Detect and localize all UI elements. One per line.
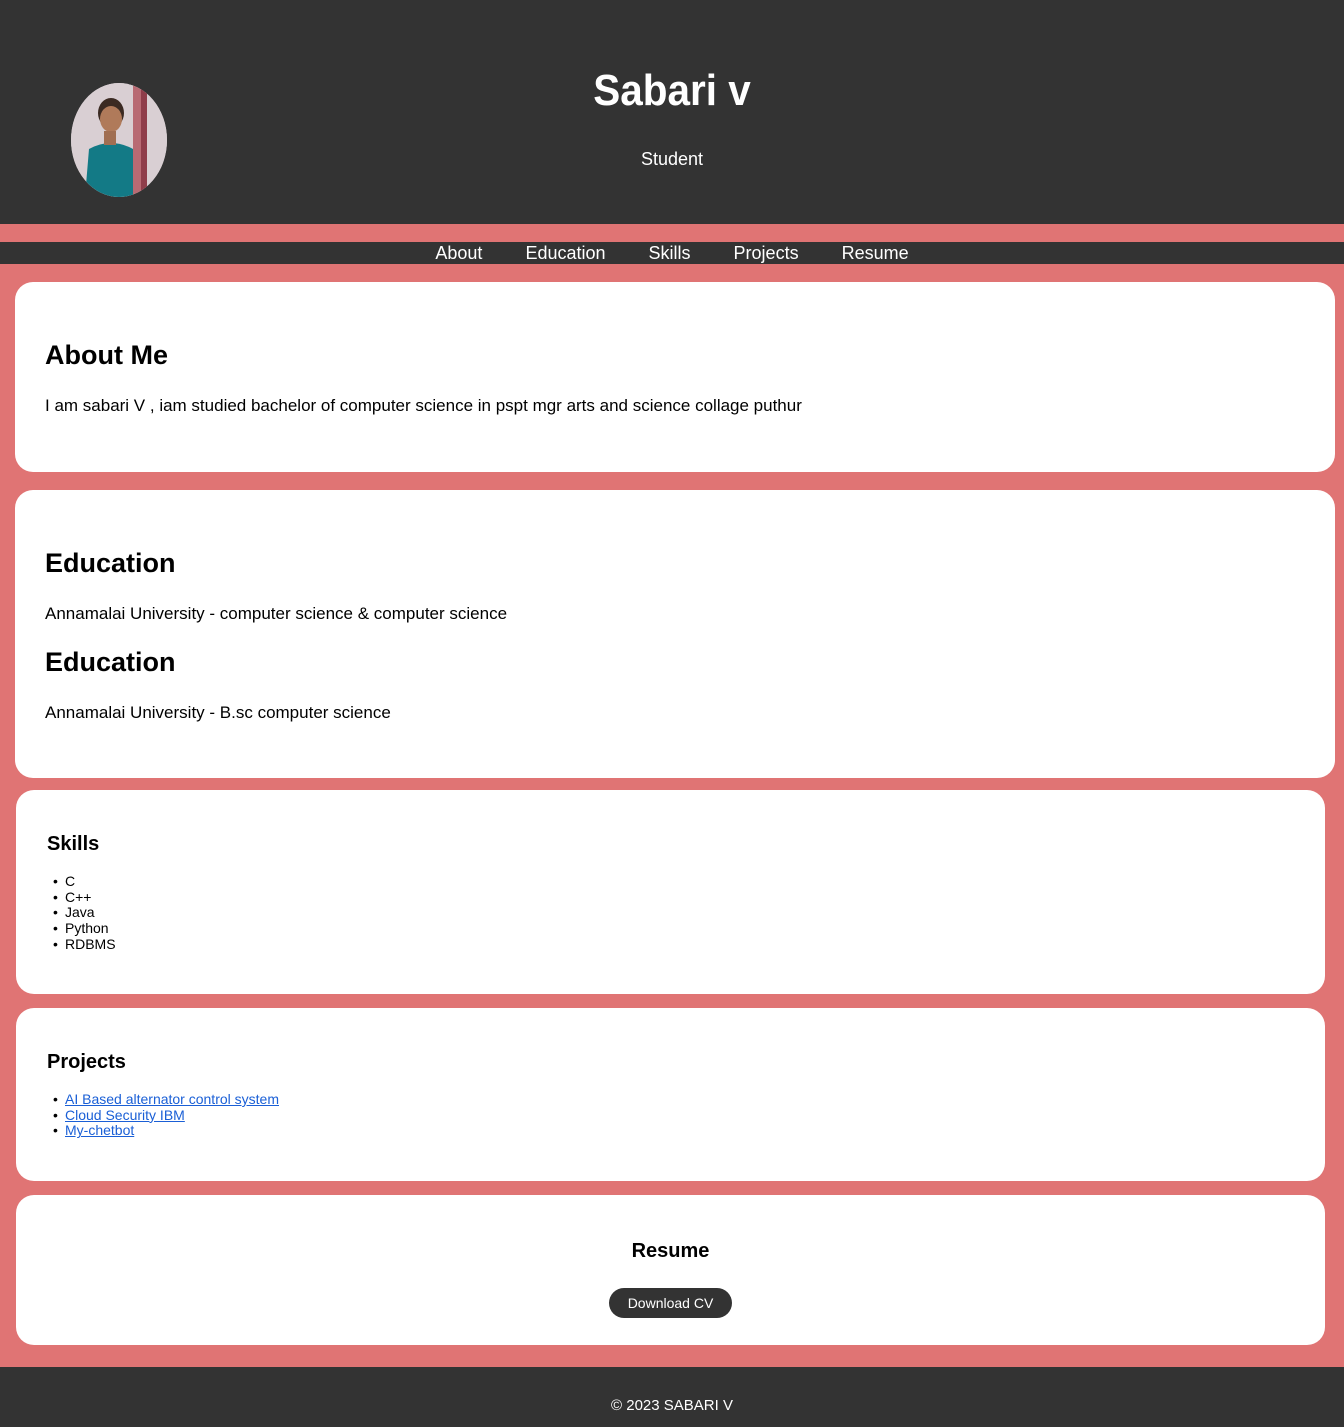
profile-name: Sabari v (593, 66, 751, 115)
skill-item: Python (53, 920, 116, 937)
project-item: My-chetbot (53, 1122, 279, 1139)
education-title: Education (45, 548, 176, 578)
resume-title: Resume (631, 1240, 710, 1262)
projects-list: AI Based alternator control system Cloud… (53, 1091, 279, 1139)
projects-section: Projects AI Based alternator control sys… (16, 1008, 1325, 1181)
project-link[interactable]: AI Based alternator control system (65, 1091, 279, 1107)
skill-item: RDBMS (53, 936, 115, 953)
about-text: I am sabari V , iam studied bachelor of … (45, 396, 802, 415)
skills-section: Skills C C++ Java Python RDBMS (16, 790, 1325, 994)
footer-copyright: © 2023 SABARI V (611, 1397, 733, 1414)
skills-list: C C++ Java Python RDBMS (53, 873, 116, 953)
site-footer: © 2023 SABARI V (0, 1367, 1344, 1427)
skill-item: C (53, 873, 116, 890)
skill-item: C++ (53, 889, 116, 906)
site-header: Sabari v Student (0, 0, 1344, 224)
project-item: Cloud Security IBM (53, 1107, 279, 1124)
about-title: About Me (45, 340, 168, 370)
education-entry: Annamalai University - computer science … (45, 604, 508, 623)
skills-title: Skills (47, 833, 100, 855)
project-link[interactable]: Cloud Security IBM (65, 1107, 185, 1123)
education-title: Education (45, 647, 176, 677)
resume-section: Resume Download CV (16, 1195, 1325, 1345)
download-cv-button[interactable]: Download CV (609, 1288, 732, 1318)
main-nav: About Education Skills Projects Resume (0, 242, 1344, 264)
skill-item: Java (53, 905, 116, 921)
profile-role: Student (640, 149, 704, 169)
education-section: Education Annamalai University - compute… (15, 490, 1335, 778)
nav-item-about[interactable]: About (435, 242, 482, 264)
projects-title: Projects (47, 1051, 126, 1073)
project-item: AI Based alternator control system (53, 1091, 279, 1108)
nav-item-resume[interactable]: Resume (842, 242, 909, 264)
nav-item-education[interactable]: Education (525, 242, 605, 264)
education-entry: Annamalai University - B.sc computer sci… (45, 703, 391, 722)
nav-item-projects[interactable]: Projects (734, 242, 799, 264)
project-link[interactable]: My-chetbot (65, 1122, 134, 1139)
nav-item-skills[interactable]: Skills (649, 242, 691, 264)
about-section: About Me I am sabari V , iam studied bac… (15, 282, 1335, 472)
